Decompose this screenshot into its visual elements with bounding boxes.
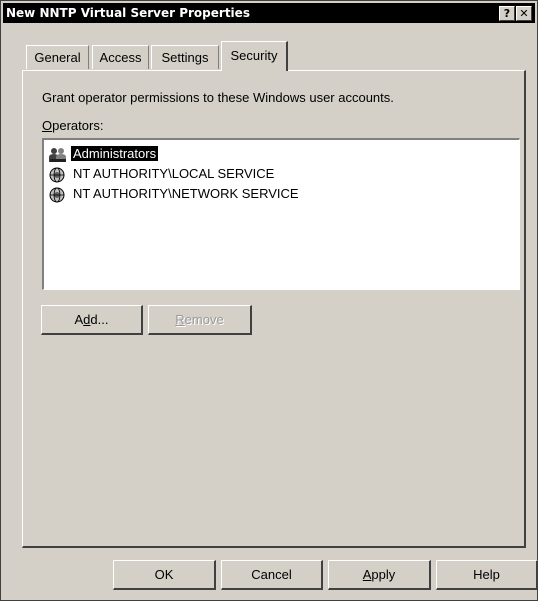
description-text: Grant operator permissions to these Wind… <box>42 90 394 105</box>
apply-button[interactable]: Apply <box>328 560 431 590</box>
help-button[interactable]: Help <box>436 560 538 590</box>
list-item-administrators[interactable]: Administrators <box>48 144 159 164</box>
tab-general[interactable]: General <box>26 45 89 69</box>
operators-list[interactable]: Administrators NT AUTHORITY\LOCAL SERVIC… <box>42 138 520 290</box>
remove-button[interactable]: Remove <box>148 305 252 335</box>
list-item-local-service[interactable]: NT AUTHORITY\LOCAL SERVICE <box>48 164 276 184</box>
title-bar: New NNTP Virtual Server Properties ? ✕ <box>3 3 535 23</box>
add-button[interactable]: Add... <box>41 305 143 335</box>
group-icon <box>49 147 66 162</box>
list-item-network-service[interactable]: NT AUTHORITY\NETWORK SERVICE <box>48 184 301 204</box>
tab-security[interactable]: Security <box>221 41 288 71</box>
window-title: New NNTP Virtual Server Properties <box>6 6 250 20</box>
close-title-button[interactable]: ✕ <box>516 6 532 21</box>
tab-access[interactable]: Access <box>92 45 149 69</box>
globe-icon <box>49 167 65 183</box>
tab-settings[interactable]: Settings <box>151 45 219 69</box>
cancel-button[interactable]: Cancel <box>221 560 323 590</box>
operators-label: Operators: <box>42 118 104 133</box>
ok-button[interactable]: OK <box>113 560 216 590</box>
help-title-button[interactable]: ? <box>499 6 515 21</box>
globe-icon <box>49 187 65 203</box>
